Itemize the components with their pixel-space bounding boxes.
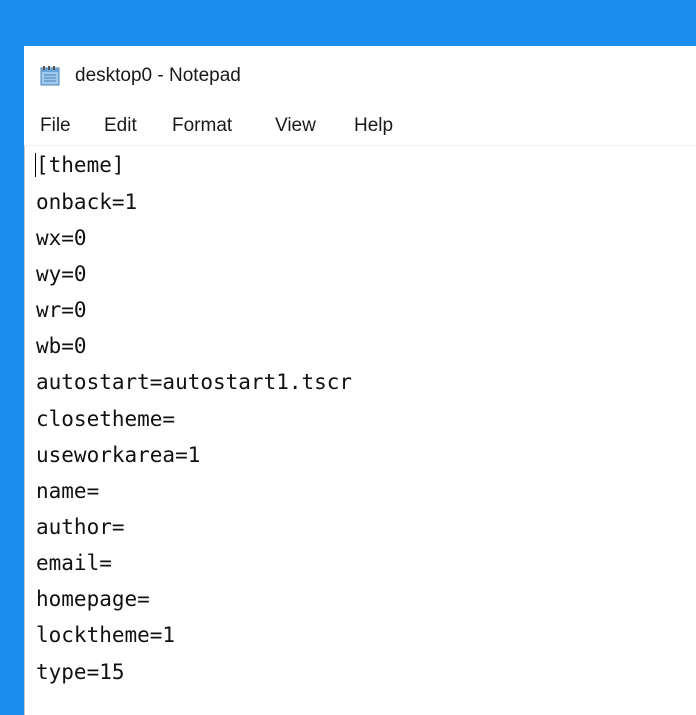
editor-line: author= <box>36 515 125 539</box>
editor-line: wb=0 <box>36 334 87 358</box>
editor-line: useworkarea=1 <box>36 443 201 467</box>
menu-edit[interactable]: Edit <box>104 115 137 137</box>
editor-line: type=15 <box>36 660 125 684</box>
editor-line: name= <box>36 479 100 503</box>
editor-line: locktheme=1 <box>36 623 176 647</box>
menu-view[interactable]: View <box>275 115 316 137</box>
screen: desktop0 - Notepad File Edit Format View… <box>0 0 696 715</box>
editor-line: wr=0 <box>36 298 87 322</box>
title-bar[interactable]: desktop0 - Notepad <box>24 46 696 108</box>
menu-help[interactable]: Help <box>354 115 393 137</box>
editor-line: autostart=autostart1.tscr <box>36 370 353 394</box>
notepad-window: desktop0 - Notepad File Edit Format View… <box>24 46 696 715</box>
notepad-icon <box>40 66 60 86</box>
editor-line: closetheme= <box>36 407 176 431</box>
window-border-left <box>0 0 24 715</box>
text-editor[interactable]: [theme] onback=1 wx=0 wy=0 wr=0 wb=0 aut… <box>24 146 696 715</box>
editor-line: wx=0 <box>36 226 87 250</box>
menu-format[interactable]: Format <box>172 115 232 137</box>
editor-line: onback=1 <box>36 190 138 214</box>
menu-file[interactable]: File <box>40 115 71 137</box>
editor-line: homepage= <box>36 587 150 611</box>
window-title: desktop0 - Notepad <box>75 65 241 86</box>
window-border-top <box>0 0 696 46</box>
editor-line: [theme] <box>36 153 125 177</box>
menu-bar: File Edit Format View Help <box>24 112 696 142</box>
editor-line: email= <box>36 551 112 575</box>
editor-line: wy=0 <box>36 262 87 286</box>
